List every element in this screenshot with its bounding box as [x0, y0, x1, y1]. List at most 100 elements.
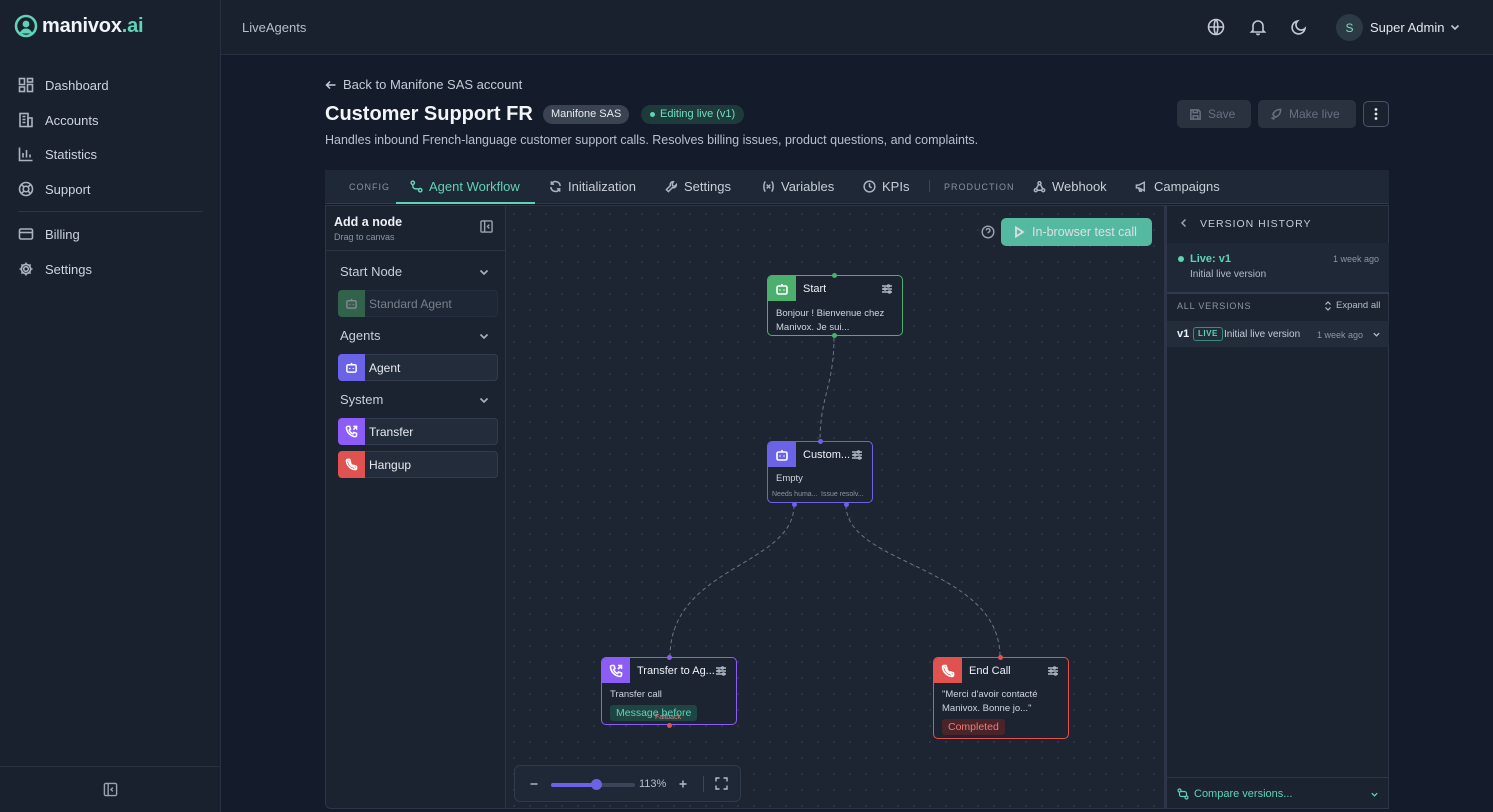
chevron-down-icon[interactable] [1449, 21, 1461, 33]
tab-variables[interactable]: Variables [762, 179, 834, 194]
workflow-canvas[interactable]: In-browser test call Start Bonjour ! Bie… [505, 205, 1165, 809]
tab-initialization[interactable]: Initialization [549, 179, 636, 194]
port-transfer-fallback[interactable] [667, 723, 672, 728]
sidebar-item-settings[interactable]: Settings [18, 259, 92, 279]
more-options-button[interactable] [1363, 101, 1389, 127]
save-button[interactable]: Save [1177, 100, 1251, 128]
group-start-node[interactable]: Start Node [340, 264, 402, 279]
collapse-panel-icon[interactable] [480, 220, 493, 233]
tab-label: Agent Workflow [429, 179, 520, 194]
sidebar-item-label: Support [45, 181, 91, 197]
active-tab-indicator [396, 202, 535, 204]
live-version-label: Live: v1 [1190, 253, 1231, 265]
fit-view-icon[interactable] [715, 777, 728, 790]
port-start-out[interactable] [832, 333, 837, 338]
bell-icon[interactable] [1249, 18, 1267, 36]
group-system[interactable]: System [340, 392, 383, 407]
sidebar-item-accounts[interactable]: Accounts [18, 110, 98, 130]
node-body: "Merci d'avoir contacté Manivox. Bonne j… [942, 689, 1038, 714]
tab-kpis[interactable]: KPIs [863, 179, 909, 194]
live-version-time: 1 week ago [1332, 254, 1379, 264]
palette-item-hangup[interactable]: Hangup [338, 451, 498, 478]
user-name[interactable]: Super Admin [1370, 20, 1444, 35]
palette-item-label: Hangup [369, 457, 412, 472]
sidebar-item-billing[interactable]: Billing [18, 224, 80, 244]
palette-item-agent[interactable]: Agent [338, 354, 498, 381]
sidebar-item-statistics[interactable]: Statistics [18, 144, 97, 164]
make-live-button[interactable]: Make live [1258, 100, 1356, 128]
globe-icon[interactable] [1207, 18, 1225, 36]
tab-label: Initialization [568, 179, 636, 194]
live-dot [1178, 256, 1184, 262]
collapse-sidebar-icon[interactable] [103, 782, 118, 797]
expand-all-button[interactable]: Expand all [1324, 300, 1380, 311]
moon-icon[interactable] [1290, 18, 1308, 36]
version-time: 1 week ago [1317, 330, 1364, 340]
palette-item-standard-agent[interactable]: Standard Agent [338, 290, 498, 317]
zoom-out-icon[interactable] [529, 779, 539, 789]
port-agent-in[interactable] [818, 439, 823, 444]
palette-item-label: Agent [369, 360, 401, 375]
tab-label: KPIs [882, 179, 910, 194]
chevron-down-icon[interactable] [478, 330, 490, 342]
phone-off-icon [338, 451, 365, 478]
port-transfer-in[interactable] [667, 655, 672, 660]
tab-divider [929, 180, 930, 192]
palette-item-transfer[interactable]: Transfer [338, 418, 498, 445]
chevron-left-icon[interactable] [1179, 218, 1189, 228]
node-body: Transfer call [610, 689, 662, 700]
make-live-button-label: Make live [1289, 107, 1340, 121]
live-version-card[interactable]: Live: v1 Initial live version 1 week ago [1167, 243, 1389, 292]
workflow-node-start[interactable]: Start Bonjour ! Bienvenue chez Manivox. … [767, 275, 903, 336]
palette-item-label: Standard Agent [369, 296, 452, 311]
version-item[interactable]: v1 LIVE Initial live version 1 week ago [1167, 321, 1389, 347]
chevron-down-icon[interactable] [478, 266, 490, 278]
port-agent-out-left[interactable] [792, 502, 797, 507]
sidebar-item-label: Accounts [45, 112, 99, 128]
settings-sliders-icon[interactable] [1047, 665, 1059, 677]
back-link[interactable]: Back to Manifone SAS account [325, 77, 522, 92]
output-label-needs-human: Needs huma... [772, 491, 818, 498]
tab-campaigns[interactable]: Campaigns [1135, 179, 1220, 194]
settings-sliders-icon[interactable] [715, 665, 727, 677]
workflow-icon [410, 180, 423, 193]
node-title: Start [803, 282, 827, 295]
breadcrumb[interactable]: LiveAgents [242, 20, 306, 35]
node-title: Custom... [803, 448, 851, 461]
tab-settings[interactable]: Settings [665, 179, 731, 194]
zoom-in-icon[interactable] [678, 779, 688, 789]
sidebar-item-label: Dashboard [45, 77, 109, 93]
sidebar-divider [18, 211, 203, 212]
zoom-slider-thumb[interactable] [591, 779, 603, 790]
zoom-slider[interactable] [551, 779, 635, 790]
live-version-desc: Initial live version [1190, 269, 1267, 280]
port-end-in[interactable] [998, 655, 1003, 660]
workflow-node-end-call[interactable]: End Call "Merci d'avoir contacté Manivox… [933, 657, 1069, 739]
chevron-down-icon[interactable] [478, 394, 490, 406]
workflow-node-transfer[interactable]: Transfer to Ag... Transfer call Message … [601, 657, 737, 725]
brand-logo[interactable]: manivox.ai [14, 14, 144, 38]
tab-agent-workflow[interactable]: Agent Workflow [410, 179, 520, 194]
version-desc: Initial live version [1224, 329, 1301, 340]
avatar[interactable]: S [1336, 14, 1363, 41]
save-icon [1190, 108, 1201, 120]
chevron-down-icon[interactable] [1372, 330, 1381, 339]
port-agent-out-right[interactable] [844, 502, 849, 507]
sidebar-item-dashboard[interactable]: Dashboard [18, 75, 109, 95]
rocket-icon [1271, 108, 1282, 120]
tab-section-config: CONFIG [349, 182, 390, 192]
node-title: End Call [969, 664, 1011, 677]
zoom-slider-fill [551, 783, 597, 787]
compare-versions-button[interactable]: Compare versions... [1167, 777, 1389, 809]
bot-icon [768, 442, 796, 467]
settings-sliders-icon[interactable] [851, 449, 863, 461]
workflow-node-agent[interactable]: Custom... Empty Needs huma... Issue reso… [767, 441, 873, 503]
tab-webhook[interactable]: Webhook [1033, 179, 1107, 194]
edge-agent-to-transfer [669, 504, 795, 658]
node-body: Bonjour ! Bienvenue chez Manivox. Je sui… [776, 308, 885, 333]
settings-sliders-icon[interactable] [881, 283, 893, 295]
sidebar-item-support[interactable]: Support [18, 179, 91, 199]
phone-off-icon [934, 658, 962, 683]
port-start-in[interactable] [832, 273, 837, 278]
group-agents[interactable]: Agents [340, 328, 380, 343]
